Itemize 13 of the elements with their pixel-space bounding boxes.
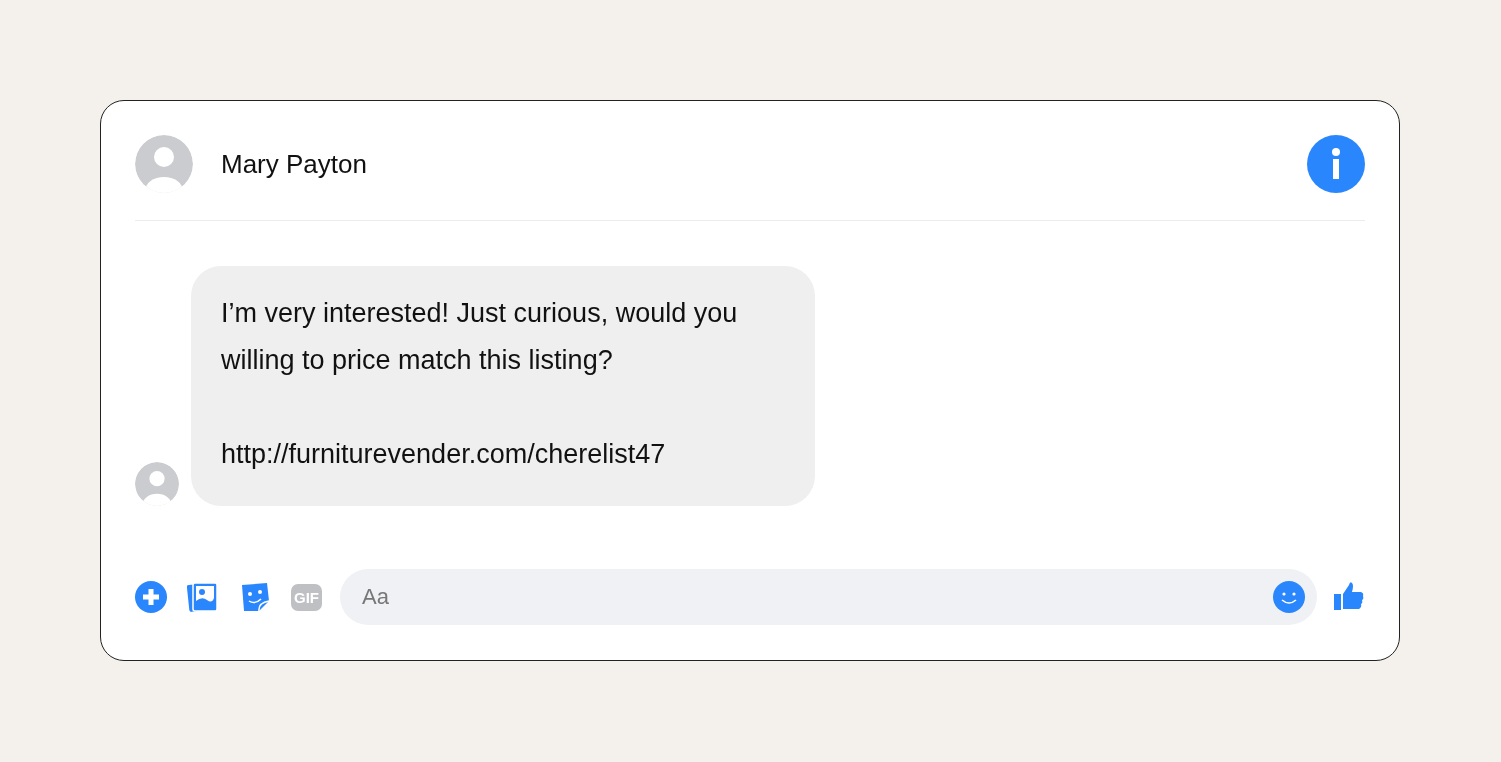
message-text: http://furniturevender.com/cherelist47 [221, 438, 667, 471]
message-input[interactable]: Aa [340, 569, 1317, 625]
message-text: I’m very interested! Just curious, would you willing to price match this listing? [221, 297, 739, 377]
avatar-icon [135, 462, 179, 506]
contact-name: Mary Payton [221, 148, 367, 180]
sticker-icon[interactable] [239, 581, 271, 613]
gif-button[interactable]: GIF [291, 583, 322, 611]
avatar-icon [135, 135, 193, 193]
photo-icon[interactable] [187, 581, 219, 613]
thumbs-up-icon[interactable] [1333, 581, 1365, 613]
plus-icon[interactable] [135, 581, 167, 613]
emoji-icon[interactable] [1273, 581, 1305, 613]
info-icon[interactable] [1307, 135, 1365, 193]
